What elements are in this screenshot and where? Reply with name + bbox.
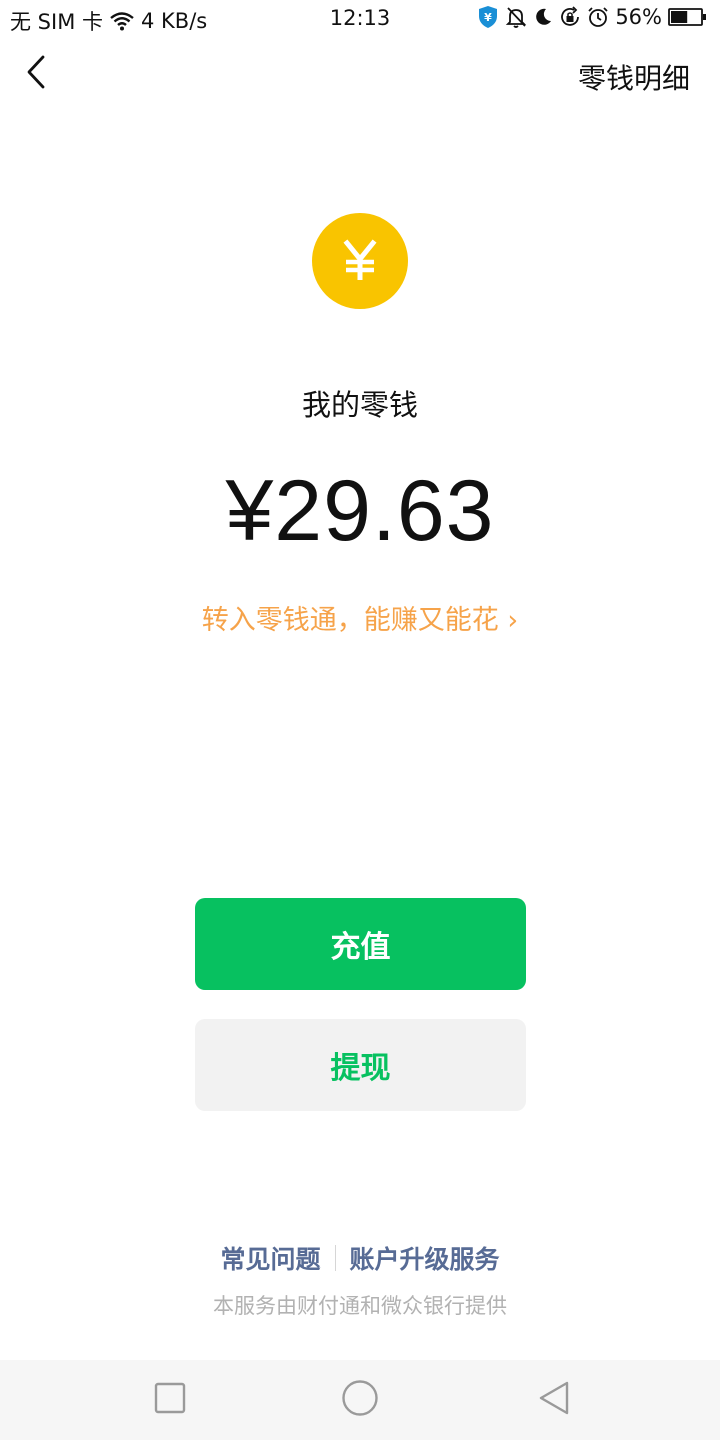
home-button[interactable]: [340, 1380, 380, 1420]
coin-yuan-icon: [312, 213, 408, 309]
topup-button[interactable]: 充值: [195, 898, 526, 990]
recent-apps-icon: [154, 1382, 186, 1418]
footer-divider: [334, 1245, 336, 1271]
footer-links: 常见问题 账户升级服务: [0, 1240, 720, 1276]
battery-percent-text: 56%: [615, 5, 662, 29]
status-right: ¥ 56%: [477, 5, 708, 29]
withdraw-button[interactable]: 提现: [195, 1019, 526, 1111]
alarm-icon: [587, 6, 609, 28]
recent-apps-button[interactable]: [150, 1380, 190, 1420]
screen: 无 SIM 卡 4 KB/s 12:13 ¥ 56% 零钱明细 我的零钱 ¥29…: [0, 0, 720, 1440]
back-button[interactable]: [14, 52, 58, 96]
wallet-shield-icon: ¥: [477, 5, 499, 29]
battery-icon: [668, 7, 708, 27]
navigation-bar: [0, 1360, 720, 1440]
system-back-button[interactable]: [534, 1380, 574, 1420]
balance-amount: ¥29.63: [225, 463, 495, 559]
balance-label: 我的零钱: [301, 388, 418, 422]
rotation-lock-icon: [559, 6, 581, 28]
account-upgrade-link[interactable]: 账户升级服务: [350, 1240, 500, 1276]
back-triangle-icon: [537, 1380, 571, 1420]
status-bar: 无 SIM 卡 4 KB/s 12:13 ¥ 56%: [0, 0, 720, 38]
home-icon: [341, 1379, 379, 1421]
service-provider-note: 本服务由财付通和微众银行提供: [213, 1294, 507, 1318]
change-details-link[interactable]: 零钱明细: [578, 57, 690, 97]
bell-muted-icon: [505, 6, 527, 28]
promo-link[interactable]: 转入零钱通，能赚又能花 ›: [0, 598, 720, 637]
chevron-left-icon: [24, 54, 48, 94]
faq-link[interactable]: 常见问题: [220, 1240, 320, 1276]
moon-icon: [533, 7, 553, 27]
svg-text:¥: ¥: [484, 11, 492, 24]
